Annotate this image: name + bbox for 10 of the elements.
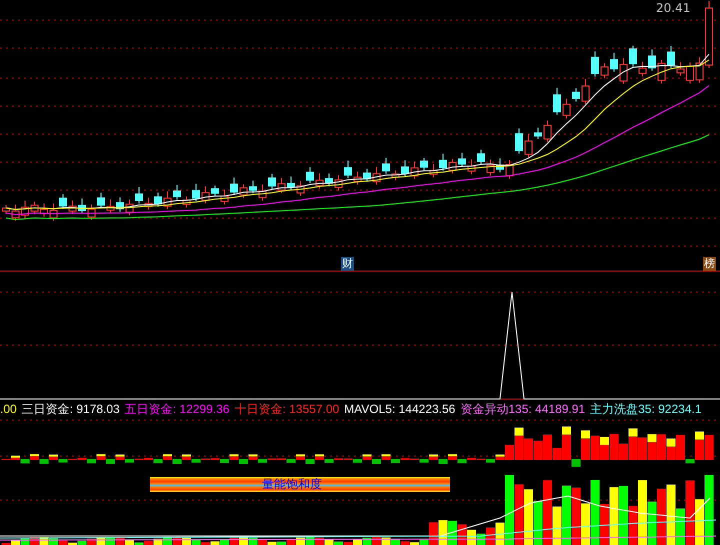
indicator-value: MAVOL5: 144223.56 — [344, 401, 456, 418]
ranking-marker: 榜 — [703, 257, 716, 271]
indicator-value: .00 — [0, 401, 17, 418]
indicator-value: 三日资金: 9178.03 — [22, 401, 120, 418]
price-label: 20.41 — [656, 1, 690, 15]
indicator-value: 资金异动135: 44189.91 — [460, 401, 586, 418]
indicator-value: 主力洗盘35: 92234.1 — [590, 401, 702, 418]
finance-marker: 财 — [341, 257, 354, 271]
indicator-value: 五日资金: 12299.36 — [124, 401, 230, 418]
indicator-value: 十日资金: 13557.00 — [234, 401, 340, 418]
